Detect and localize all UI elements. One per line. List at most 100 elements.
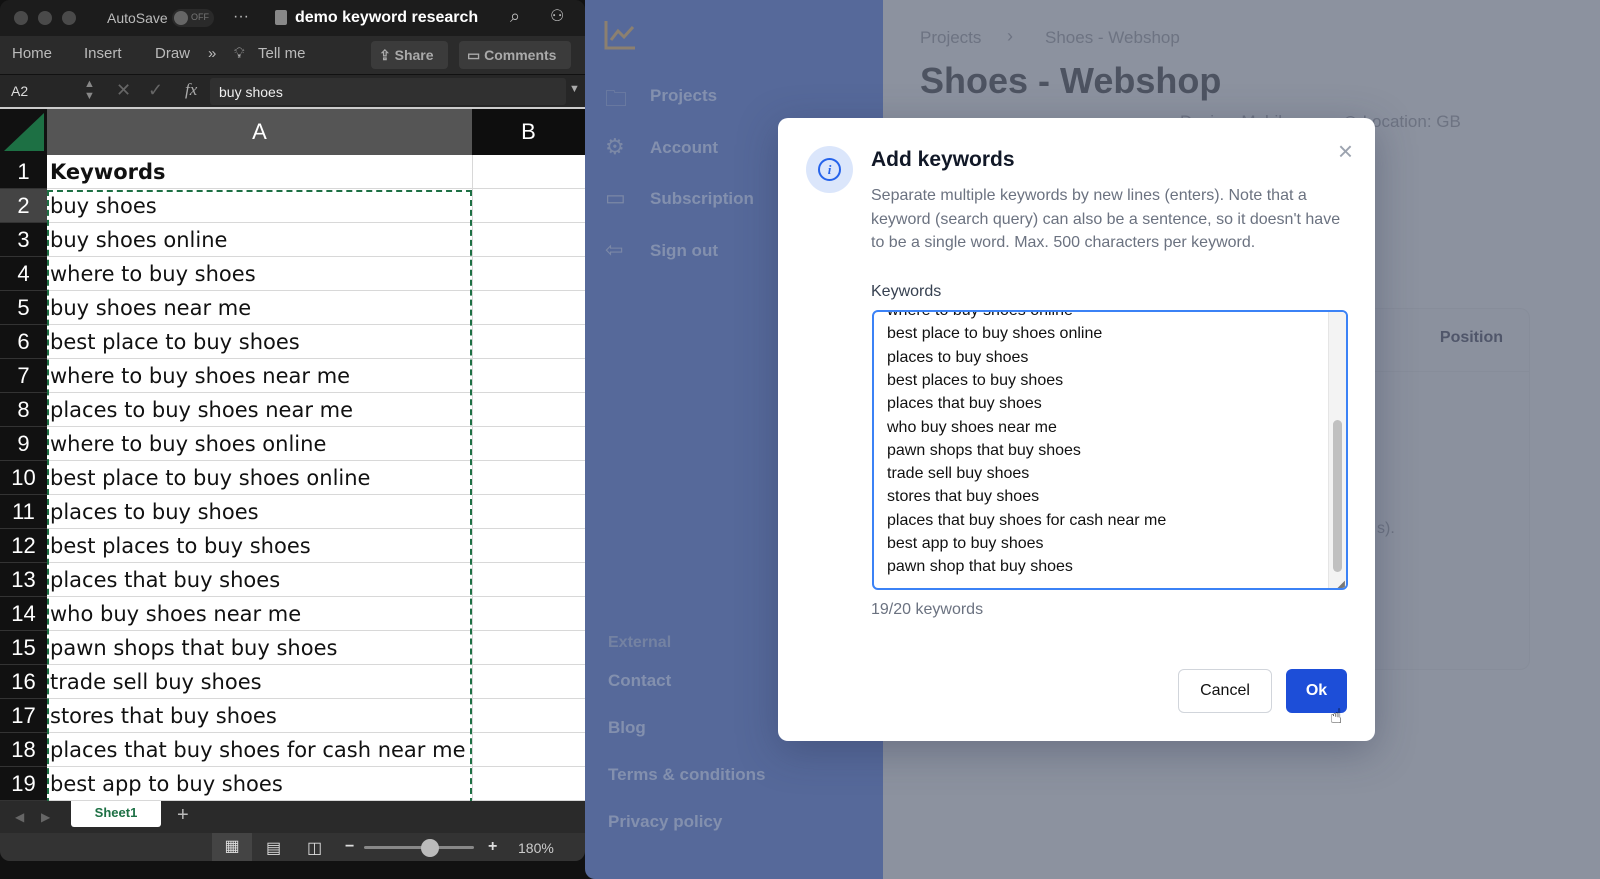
tab-insert[interactable]: Insert xyxy=(84,45,122,62)
row-header[interactable]: 16 xyxy=(0,665,47,699)
page-layout-view-icon[interactable]: ▤ xyxy=(266,838,281,858)
tell-me-search[interactable]: Tell me xyxy=(258,45,306,62)
close-icon[interactable]: × xyxy=(1338,136,1353,167)
row-header[interactable]: 11 xyxy=(0,495,47,529)
document-title: demo keyword research xyxy=(295,9,479,26)
zoom-out-button[interactable]: − xyxy=(345,838,354,856)
row-header[interactable]: 4 xyxy=(0,257,47,291)
name-box[interactable]: A2 xyxy=(11,83,28,99)
resize-handle-icon[interactable]: ◢ xyxy=(1337,579,1345,588)
copy-selection-marquee xyxy=(47,190,472,804)
status-bar: ▦ ▤ ◫ − + 180% xyxy=(0,833,585,861)
cancel-icon[interactable]: ✕ xyxy=(116,80,131,101)
textarea-scrollbar[interactable] xyxy=(1328,312,1346,588)
keyword-line: stores that buy shoes xyxy=(887,488,1040,506)
pointer-cursor-icon: ☝︎ xyxy=(1330,706,1343,728)
sidebar-link-0[interactable]: Contact xyxy=(608,671,671,691)
spreadsheet-grid[interactable]: A B 1 Keywords 2 buy shoes 3 buy shoes online… xyxy=(0,107,585,804)
dialog-description: Separate multiple keywords by new lines … xyxy=(871,187,1341,251)
external-heading: External xyxy=(608,634,672,651)
keyword-line: where to buy shoes online xyxy=(887,310,1073,319)
normal-view-icon[interactable]: ▦ xyxy=(212,833,252,861)
share-button[interactable]: ⇪ Share xyxy=(371,41,448,69)
chart-logo-icon[interactable] xyxy=(603,18,637,52)
folder-icon: 🗀︎ xyxy=(605,86,628,111)
zoom-slider[interactable] xyxy=(364,839,474,857)
add-sheet-button[interactable]: + xyxy=(177,804,189,827)
sidebar-link-1[interactable]: Blog xyxy=(608,718,646,738)
row-header[interactable]: 18 xyxy=(0,733,47,767)
keywords-textarea[interactable]: where to buy shoes online best place to b… xyxy=(872,310,1348,590)
excel-file-icon xyxy=(275,10,287,25)
autosave-label: AutoSave xyxy=(107,10,168,26)
row-header[interactable]: 9 xyxy=(0,427,47,461)
cancel-button[interactable]: Cancel xyxy=(1178,669,1272,713)
row-header[interactable]: 7 xyxy=(0,359,47,393)
comment-icon: ▭ xyxy=(467,47,485,63)
column-header-b[interactable]: B xyxy=(472,109,585,155)
maximize-window-button[interactable] xyxy=(62,11,76,25)
excel-window: AutoSave OFF ··· demo keyword research ⌕… xyxy=(0,0,585,861)
column-header-a[interactable]: A xyxy=(47,109,472,155)
share-icon: ⇪ xyxy=(379,47,395,63)
page-break-view-icon[interactable]: ◫ xyxy=(307,838,322,858)
row-header[interactable]: 14 xyxy=(0,597,47,631)
comments-button[interactable]: ▭ Comments xyxy=(459,41,571,69)
breadcrumb-projects[interactable]: Projects xyxy=(920,28,981,48)
formula-input[interactable]: buy shoes xyxy=(210,78,566,105)
row-header[interactable]: 1 xyxy=(0,155,47,189)
cell-a1[interactable]: Keywords xyxy=(50,155,470,189)
empty-state-text: s). xyxy=(1377,520,1395,537)
keyword-line: places that buy shoes for cash near me xyxy=(887,511,1167,529)
more-icon[interactable]: ··· xyxy=(233,8,249,26)
next-sheet-icon[interactable]: ▶ xyxy=(41,810,50,824)
scrollbar-thumb[interactable] xyxy=(1333,420,1342,572)
keyword-line: pawn shops that buy shoes xyxy=(887,441,1081,459)
close-window-button[interactable] xyxy=(14,11,28,25)
keyword-line: who buy shoes near me xyxy=(887,418,1057,436)
keyword-count: 19/20 keywords xyxy=(871,601,984,618)
position-column-header[interactable]: Position xyxy=(1440,329,1503,347)
overflow-chevron-icon[interactable]: » xyxy=(208,45,216,62)
autosave-toggle[interactable]: OFF xyxy=(172,9,214,27)
sign-out-icon: ⇦ xyxy=(605,236,624,262)
function-icon[interactable]: fx xyxy=(185,80,197,100)
zoom-level[interactable]: 180% xyxy=(518,840,554,856)
row-header[interactable]: 10 xyxy=(0,461,47,495)
select-all-button[interactable] xyxy=(0,109,47,155)
keywords-label: Keywords xyxy=(871,283,942,300)
search-icon[interactable]: ⌕ xyxy=(510,6,520,27)
sheet-tabs-bar: ◀ ▶ Sheet1 + xyxy=(0,801,585,833)
name-box-stepper[interactable]: ▲ ▼ xyxy=(84,78,95,102)
keyword-line: best place to buy shoes online xyxy=(887,325,1103,343)
title-bar: AutoSave OFF ··· demo keyword research ⌕… xyxy=(0,0,585,36)
sheet-tab-sheet1[interactable]: Sheet1 xyxy=(71,801,161,827)
keyword-line: pawn shop that buy shoes xyxy=(887,558,1073,576)
enter-check-icon[interactable]: ✓ xyxy=(148,80,163,101)
collaborate-icon[interactable]: ⚇ xyxy=(550,6,564,26)
row-header[interactable]: 8 xyxy=(0,393,47,427)
sidebar-link-2[interactable]: Terms & conditions xyxy=(608,765,765,785)
row-header[interactable]: 2 xyxy=(0,189,47,223)
row-header[interactable]: 13 xyxy=(0,563,47,597)
row-header[interactable]: 15 xyxy=(0,631,47,665)
row-header[interactable]: 19 xyxy=(0,767,47,801)
expand-formula-icon[interactable]: ▼ xyxy=(569,83,580,95)
tab-draw[interactable]: Draw xyxy=(155,45,190,62)
minimize-window-button[interactable] xyxy=(38,11,52,25)
row-header[interactable]: 17 xyxy=(0,699,47,733)
keyword-line: places that buy shoes xyxy=(887,395,1042,413)
tab-home[interactable]: Home xyxy=(12,45,52,62)
add-keywords-dialog: i Add keywords × Separate multiple keywo… xyxy=(778,118,1375,741)
prev-sheet-icon[interactable]: ◀ xyxy=(15,810,24,824)
row-header[interactable]: 6 xyxy=(0,325,47,359)
keyword-line: trade sell buy shoes xyxy=(887,465,1030,483)
zoom-slider-thumb[interactable] xyxy=(421,839,439,857)
zoom-in-button[interactable]: + xyxy=(488,838,497,856)
credit-card-icon: ▭ xyxy=(605,185,626,210)
row-header[interactable]: 12 xyxy=(0,529,47,563)
row-header[interactable]: 3 xyxy=(0,223,47,257)
sidebar-item-projects[interactable]: 🗀︎ Projects xyxy=(585,84,883,111)
row-header[interactable]: 5 xyxy=(0,291,47,325)
sidebar-link-3[interactable]: Privacy policy xyxy=(608,812,722,832)
